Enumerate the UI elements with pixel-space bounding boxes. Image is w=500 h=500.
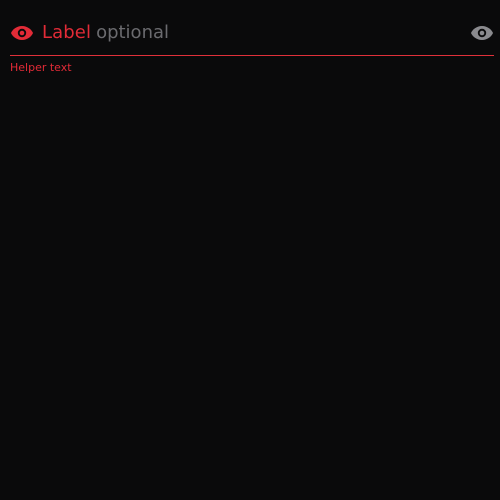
- eye-icon: [10, 21, 34, 45]
- optional-indicator: optional: [96, 22, 170, 43]
- text-field[interactable]: Label optional Helper text: [10, 16, 494, 74]
- helper-text: Helper text: [10, 61, 72, 74]
- field-row[interactable]: Label optional: [10, 16, 494, 56]
- eye-icon[interactable]: [470, 21, 494, 45]
- screen-frame: Label optional Helper text: [1, 0, 499, 500]
- field-label: Label: [42, 22, 92, 43]
